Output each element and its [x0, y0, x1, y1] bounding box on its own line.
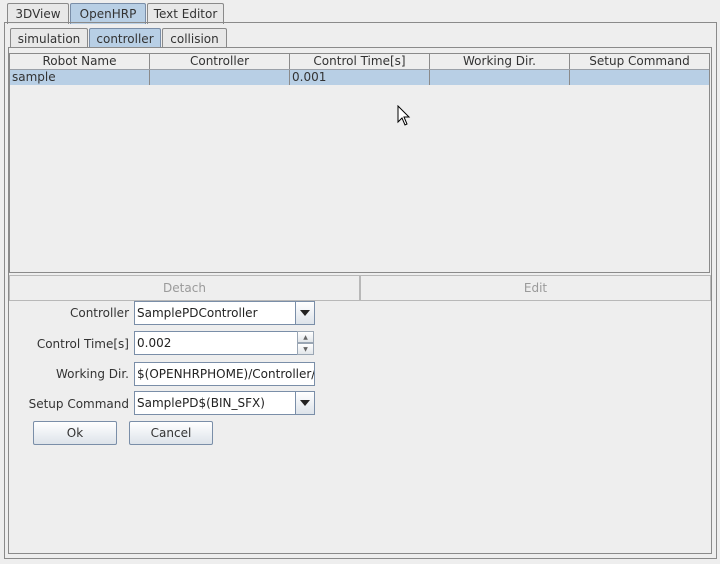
control-time-field[interactable]: 0.002 [134, 331, 298, 355]
column-header-working-dir[interactable]: Working Dir. [430, 54, 570, 69]
controller-table[interactable]: Robot Name Controller Control Time[s] Wo… [9, 53, 710, 273]
cell-controller [150, 70, 290, 85]
tab-controller[interactable]: controller [89, 28, 161, 48]
tab-openhrp-label: OpenHRP [79, 7, 137, 21]
column-header-setup-command[interactable]: Setup Command [570, 54, 709, 69]
cancel-button[interactable]: Cancel [129, 421, 213, 445]
control-time-decrement[interactable]: ▼ [297, 343, 314, 355]
setup-command-combo[interactable]: SamplePD$(BIN_SFX) [134, 391, 296, 415]
tab-simulation-label: simulation [17, 31, 81, 46]
column-header-controller[interactable]: Controller [150, 54, 290, 69]
ok-button-label: Ok [66, 426, 84, 440]
tab-3dview-label: 3DView [15, 7, 61, 21]
cancel-button-label: Cancel [150, 426, 192, 440]
spin-up-icon: ▲ [303, 333, 308, 341]
chevron-down-icon [300, 310, 310, 316]
tab-text-editor[interactable]: Text Editor [147, 3, 224, 24]
cell-working-dir [430, 70, 570, 85]
tab-collision[interactable]: collision [162, 28, 227, 48]
table-row[interactable]: sample 0.001 [10, 70, 709, 85]
cell-robot-name: sample [10, 70, 150, 85]
setup-command-label: Setup Command [28, 397, 129, 411]
control-time-increment[interactable]: ▲ [297, 331, 314, 343]
cell-setup-command [570, 70, 709, 85]
controller-combo[interactable]: SamplePDController [134, 301, 296, 325]
column-header-robot-name[interactable]: Robot Name [10, 54, 150, 69]
mouse-cursor-icon [397, 105, 411, 126]
tab-openhrp[interactable]: OpenHRP [70, 3, 146, 24]
detach-button[interactable]: Detach [9, 275, 360, 301]
spin-down-icon: ▼ [303, 345, 308, 353]
control-time-label: Control Time[s] [36, 337, 129, 351]
controller-label: Controller [69, 306, 129, 320]
table-header: Robot Name Controller Control Time[s] Wo… [10, 54, 709, 70]
edit-button-label: Edit [523, 281, 548, 295]
cell-control-time: 0.001 [290, 70, 430, 85]
tab-text-editor-label: Text Editor [153, 7, 218, 21]
edit-button[interactable]: Edit [360, 275, 711, 301]
column-header-control-time[interactable]: Control Time[s] [290, 54, 430, 69]
tab-simulation[interactable]: simulation [10, 28, 88, 48]
controller-dropdown-button[interactable] [295, 301, 315, 325]
setup-command-dropdown-button[interactable] [295, 391, 315, 415]
chevron-down-icon [300, 400, 310, 406]
working-dir-field[interactable]: $(OPENHRPHOME)/Controller/r [134, 362, 315, 386]
tab-3dview[interactable]: 3DView [7, 3, 69, 24]
detach-button-label: Detach [163, 281, 206, 295]
tab-collision-label: collision [170, 31, 219, 46]
ok-button[interactable]: Ok [33, 421, 117, 445]
tab-controller-label: controller [96, 31, 154, 46]
working-dir-label: Working Dir. [56, 367, 129, 381]
